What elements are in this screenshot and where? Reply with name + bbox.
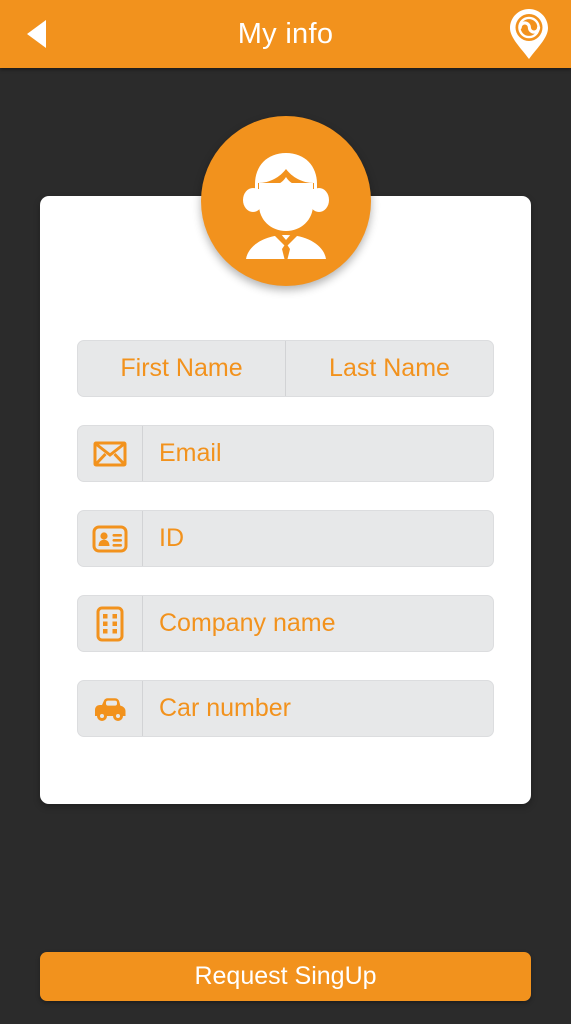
request-signup-button[interactable]: Request SingUp — [40, 952, 531, 1001]
building-icon-cell — [78, 596, 143, 651]
first-name-input[interactable]: First Name — [78, 341, 285, 396]
company-input[interactable]: Company name — [143, 596, 493, 651]
id-card-icon — [92, 525, 128, 552]
company-row: Company name — [77, 595, 494, 652]
location-pin-button[interactable] — [493, 0, 565, 68]
id-row: ID — [77, 510, 494, 567]
last-name-input[interactable]: Last Name — [285, 341, 493, 396]
envelope-icon — [93, 441, 127, 466]
name-row: First Name Last Name — [77, 340, 494, 397]
envelope-icon-cell — [78, 426, 143, 481]
profile-form: First Name Last Name Email ID Company na… — [77, 340, 494, 737]
user-avatar-icon — [243, 153, 329, 259]
id-placeholder: ID — [159, 524, 184, 552]
id-input[interactable]: ID — [143, 511, 493, 566]
back-arrow-icon — [26, 20, 46, 48]
profile-card: First Name Last Name Email ID Company na… — [40, 196, 531, 804]
page-title: My info — [237, 17, 334, 50]
car-placeholder: Car number — [159, 694, 291, 722]
back-button[interactable] — [0, 0, 72, 68]
first-name-placeholder: First Name — [120, 354, 243, 382]
car-icon-cell — [78, 681, 143, 736]
last-name-placeholder: Last Name — [329, 354, 450, 382]
app-header: My info — [0, 0, 571, 68]
id-card-icon-cell — [78, 511, 143, 566]
building-icon — [96, 606, 124, 641]
email-placeholder: Email — [159, 439, 222, 467]
email-row: Email — [77, 425, 494, 482]
car-input[interactable]: Car number — [143, 681, 493, 736]
email-input[interactable]: Email — [143, 426, 493, 481]
car-icon — [95, 697, 126, 721]
company-placeholder: Company name — [159, 609, 336, 637]
location-pin-icon — [510, 9, 548, 59]
avatar[interactable] — [201, 116, 371, 286]
car-row: Car number — [77, 680, 494, 737]
